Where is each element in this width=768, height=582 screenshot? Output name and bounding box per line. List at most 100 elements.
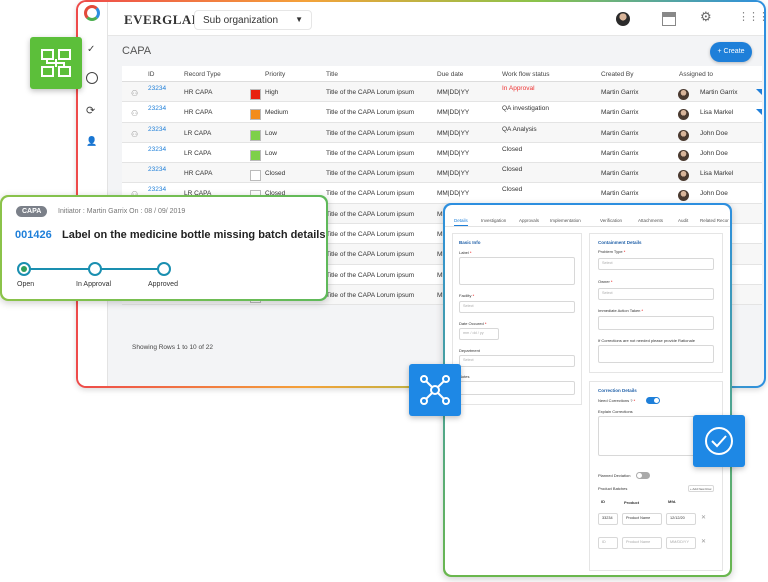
- hierarchy-icon[interactable]: ⚇: [131, 109, 140, 118]
- batch-mfd-input[interactable]: 12/12/20: [666, 513, 696, 525]
- planned-deviation-toggle[interactable]: [636, 472, 650, 479]
- record-title: Title of the CAPA Lorum ipsum: [326, 271, 415, 279]
- avatar: [678, 89, 689, 100]
- hierarchy-icon[interactable]: ⚇: [131, 89, 140, 98]
- avatar: [678, 170, 689, 182]
- detail-body: Details Investigation Approvals Implemen…: [445, 205, 730, 575]
- tab-approvals[interactable]: Approvals: [519, 218, 539, 223]
- need-corrections-label: Need Corrections ? *: [598, 398, 636, 403]
- left-rail: ✓ ⟳ 👤: [78, 2, 108, 386]
- table-header: ID Record Type Priority Title Due date W…: [122, 66, 762, 82]
- table-row[interactable]: ⚇ 23234 HR CAPA Medium Title of the CAPA Lor…: [122, 102, 762, 123]
- col-title[interactable]: Title: [326, 71, 338, 78]
- label-label: Label *: [459, 250, 472, 255]
- batch-product-input[interactable]: Product Name: [622, 513, 662, 525]
- gear-icon[interactable]: ⚙: [700, 9, 714, 24]
- record-type: HR CAPA: [184, 170, 213, 178]
- org-selector[interactable]: Sub organization ▼: [194, 10, 312, 30]
- create-button[interactable]: + Create: [710, 42, 752, 62]
- table-row[interactable]: ⚇ 23234 HR CAPA High Title of the CAPA Lorum…: [122, 82, 762, 103]
- priority-swatch: [250, 170, 261, 182]
- facility-select[interactable]: Select: [459, 301, 575, 313]
- record-type: LR CAPA: [184, 149, 212, 157]
- created-by: Martin Garrix: [601, 170, 639, 178]
- tab-audit[interactable]: Audit: [678, 218, 688, 223]
- avatar[interactable]: [616, 12, 630, 26]
- refresh-icon[interactable]: ⟳: [86, 104, 95, 117]
- immediate-action-input[interactable]: [598, 316, 714, 330]
- batch-product-input-2[interactable]: Product Name: [622, 537, 662, 549]
- table-row[interactable]: ⚇ 23234 LR CAPA Low Title of the CAPA Lorum …: [122, 122, 762, 143]
- batch-mfd-input-2[interactable]: MM/DD/YY: [666, 537, 696, 549]
- record-title: Title of the CAPA Lorum ipsum: [326, 190, 415, 198]
- record-type: LR CAPA: [184, 129, 212, 137]
- tab-verification[interactable]: Verification: [600, 218, 622, 223]
- col-priority[interactable]: Priority: [265, 71, 285, 78]
- record-id-link[interactable]: 23234: [148, 105, 166, 112]
- record-id-link[interactable]: 23234: [148, 146, 166, 153]
- due-date: MM|DD|YY: [437, 89, 470, 96]
- batch-id-input[interactable]: 33234: [598, 513, 618, 525]
- batch-col-product: Product: [624, 500, 640, 505]
- target-icon[interactable]: [86, 72, 98, 84]
- explain-corrections-label: Explain Corrections: [598, 409, 633, 414]
- need-corrections-toggle[interactable]: [646, 397, 660, 404]
- col-record-type[interactable]: Record Type: [184, 71, 221, 78]
- add-row-button[interactable]: + Add New Row: [688, 485, 714, 492]
- problem-type-select[interactable]: Select: [598, 258, 714, 270]
- department-select[interactable]: Select: [459, 355, 575, 367]
- stage-label-approved: Approved: [148, 281, 178, 288]
- flag-corner: [756, 89, 762, 95]
- label-input[interactable]: [459, 257, 575, 285]
- detail-tabs: Details Investigation Approvals Implemen…: [445, 205, 730, 227]
- workflow-status: In Approval: [502, 85, 535, 92]
- tab-attachments[interactable]: Attachments: [638, 218, 663, 223]
- apps-grid-icon[interactable]: ⋮⋮⋮: [738, 10, 764, 24]
- problem-type-text: Problem Type: [598, 249, 623, 254]
- owner-text: Owner: [598, 279, 610, 284]
- record-id-link[interactable]: 23234: [148, 186, 166, 193]
- create-label: Create: [723, 48, 745, 55]
- correction-section: Correction Details Need Corrections ? * …: [589, 381, 723, 571]
- date-input[interactable]: mm / dd / yy: [459, 328, 499, 340]
- tab-related-records[interactable]: Related Recor: [700, 218, 729, 223]
- capa-summary-card[interactable]: CAPA Initiator : Martin Garrix On : 08 /…: [0, 195, 328, 301]
- remove-row-icon-2[interactable]: ✕: [701, 538, 706, 545]
- batch-col-id: ID: [601, 499, 605, 504]
- need-corrections-text: Need Corrections ?: [598, 398, 633, 403]
- network-icon: [420, 375, 450, 405]
- priority-swatch: [250, 89, 261, 100]
- stage-label-open: Open: [17, 281, 35, 288]
- tab-implementation[interactable]: Implementation: [550, 218, 581, 223]
- tab-investigation[interactable]: Investigation: [481, 218, 506, 223]
- table-row[interactable]: 23234 LR CAPA Low Title of the CAPA Lorum i…: [122, 142, 762, 164]
- owner-select[interactable]: Select: [598, 288, 714, 300]
- assigned-to: Lisa Markel: [700, 170, 734, 178]
- remove-row-icon[interactable]: ✕: [701, 514, 706, 521]
- user-add-icon[interactable]: 👤: [86, 136, 97, 147]
- approval-tile: [693, 415, 745, 467]
- rationale-label: If Corrections are not needed please pro…: [598, 338, 695, 343]
- record-id-link[interactable]: 23234: [148, 126, 166, 133]
- col-due-date[interactable]: Due date: [437, 71, 463, 78]
- hierarchy-icon[interactable]: ⚇: [131, 130, 140, 139]
- col-assigned-to[interactable]: Assigned to: [679, 71, 713, 78]
- record-id-link[interactable]: 23234: [148, 166, 166, 173]
- app-logo[interactable]: [84, 5, 100, 21]
- record-id-link[interactable]: 23234: [148, 85, 166, 92]
- correction-heading: Correction Details: [598, 388, 637, 393]
- rationale-input[interactable]: [598, 345, 714, 363]
- avatar: [678, 149, 689, 161]
- table-row[interactable]: 23234 HR CAPA Closed Title of the CAPA Loru…: [122, 163, 762, 184]
- check-icon[interactable]: ✓: [87, 44, 95, 55]
- batch-id-input-2[interactable]: ID: [598, 537, 618, 549]
- col-id[interactable]: ID: [148, 71, 155, 78]
- tab-details[interactable]: Details: [454, 218, 468, 226]
- col-workflow-status[interactable]: Work flow status: [502, 71, 550, 78]
- problem-type-value: Select: [602, 261, 613, 265]
- basic-info-heading: Basic Info: [459, 240, 481, 245]
- assigned-to: Lisa Markel: [700, 109, 734, 117]
- col-created-by[interactable]: Created By: [601, 71, 634, 78]
- notes-input[interactable]: [459, 381, 575, 395]
- building-icon[interactable]: [662, 12, 676, 26]
